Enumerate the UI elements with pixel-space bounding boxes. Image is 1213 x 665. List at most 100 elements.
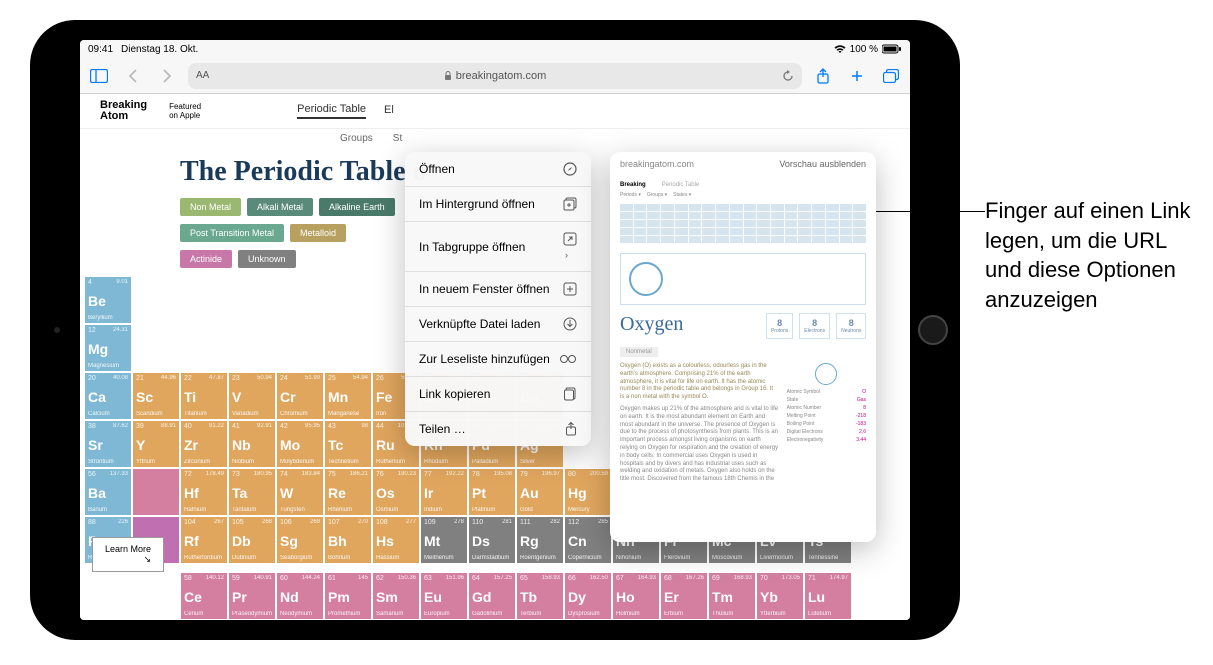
element-Au[interactable]: 79196.97AuGold <box>517 469 563 515</box>
element-Ca[interactable]: 2040.08CaCalcium <box>85 373 131 419</box>
element-Rg[interactable]: 111282RgRoentgenium <box>517 517 563 563</box>
element-Cn[interactable]: 112285CnCopernicium <box>565 517 611 563</box>
element-Zr[interactable]: 4091.22ZrZirconium <box>181 421 227 467</box>
element-Sc[interactable]: 2144.96ScScandium <box>133 373 179 419</box>
subnav-groups[interactable]: Groups <box>340 133 373 144</box>
element-Hf[interactable]: 72178.49HfHafnium <box>181 469 227 515</box>
preview-nav: Periodic Table <box>662 182 700 188</box>
element-Hg[interactable]: 80200.59HgMercury <box>565 469 611 515</box>
menu-open-tabgroup[interactable]: In Tabgruppe öffnen › <box>405 222 591 272</box>
element-Sr[interactable]: 3887.62SrStrontium <box>85 421 131 467</box>
element-Os[interactable]: 76190.23OsOsmium <box>373 469 419 515</box>
element-Ta[interactable]: 73180.95TaTantalum <box>229 469 275 515</box>
preview-properties: Atomic SymbolOStateGasAtomic Number8Melt… <box>787 363 866 488</box>
element-Er[interactable]: 68167.26ErErbium <box>661 573 707 619</box>
forward-button[interactable] <box>154 63 180 89</box>
learn-more-label: Learn More <box>105 544 151 554</box>
legend-actinide[interactable]: Actinide <box>180 250 232 268</box>
element-Dy[interactable]: 66162.50DyDysprosium <box>565 573 611 619</box>
element-Cr[interactable]: 2451.99CrChromium <box>277 373 323 419</box>
element-Mo[interactable]: 4295.95MoMolybdenum <box>277 421 323 467</box>
new-tab-button[interactable] <box>844 63 870 89</box>
safari-toolbar: AA breakingatom.com <box>80 58 910 94</box>
menu-open-background[interactable]: Im Hintergrund öffnen <box>405 187 591 222</box>
url-bar[interactable]: AA breakingatom.com <box>188 63 802 89</box>
legend-metalloid[interactable]: Metalloid <box>290 224 346 242</box>
element-Nb[interactable]: 4192.91NbNiobium <box>229 421 275 467</box>
learn-more-button[interactable]: Learn More ↘ <box>92 537 164 572</box>
element-Mg[interactable]: 1224.31MgMagnesium <box>85 325 131 371</box>
element-Lu[interactable]: 71174.97LuLutetium <box>805 573 851 619</box>
element-Hs[interactable]: 108277HsHassium <box>373 517 419 563</box>
element-Gd[interactable]: 64157.25GdGadolinium <box>469 573 515 619</box>
legend-alkali[interactable]: Alkali Metal <box>247 198 313 216</box>
element-W[interactable]: 74183.84WTungsten <box>277 469 323 515</box>
element-Pt[interactable]: 78195.08PtPlatinum <box>469 469 515 515</box>
back-button[interactable] <box>120 63 146 89</box>
info-box-electrons: 8Electrons <box>799 313 830 339</box>
site-logo[interactable]: Breaking Atom <box>100 100 147 122</box>
element-Ti[interactable]: 2247.87TiTitanium <box>181 373 227 419</box>
element-Ba[interactable]: 56137.33BaBarium <box>85 469 131 515</box>
hide-preview-button[interactable]: Vorschau ausblenden <box>779 159 866 169</box>
preview-element-card <box>620 253 866 305</box>
element-Db[interactable]: 105268DbDubnium <box>229 517 275 563</box>
legend-alkaline-earth[interactable]: Alkaline Earth <box>319 198 395 216</box>
element-V[interactable]: 2350.94VVanadium <box>229 373 275 419</box>
element-Ce[interactable]: 58140.12CeCerium <box>181 573 227 619</box>
legend-nonmetal[interactable]: Non Metal <box>180 198 241 216</box>
element-Yb[interactable]: 70173.05YbYtterbium <box>757 573 803 619</box>
preview-body: Breaking Periodic Table Periods ▾Groups … <box>610 176 876 494</box>
link-preview-panel[interactable]: breakingatom.com Vorschau ausblenden Bre… <box>610 152 876 542</box>
site-header: Breaking Atom Featured on Apple Periodic… <box>80 94 910 129</box>
share-button[interactable] <box>810 63 836 89</box>
element-Tb[interactable]: 65158.93TbTerbium <box>517 573 563 619</box>
menu-copy-link[interactable]: Link kopieren <box>405 377 591 412</box>
element-Pr[interactable]: 59140.91PrPraseodymium <box>229 573 275 619</box>
legend-post-transition[interactable]: Post Transition Metal <box>180 224 284 242</box>
menu-reading-list[interactable]: Zur Leseliste hinzufügen <box>405 342 591 377</box>
battery-percent: 100 % <box>850 44 878 55</box>
prop-row: Electronegativity3.44 <box>787 437 866 443</box>
subnav-states[interactable]: St <box>393 133 402 144</box>
element-gap[interactable] <box>133 469 179 515</box>
nav-periodic-table[interactable]: Periodic Table <box>297 103 366 119</box>
compass-icon <box>563 162 577 176</box>
menu-share[interactable]: Teilen … <box>405 412 591 446</box>
element-Pm[interactable]: 61145PmPromethium <box>325 573 371 619</box>
reload-button[interactable] <box>782 70 794 82</box>
element-Mn[interactable]: 2554.94MnManganese <box>325 373 371 419</box>
element-Re[interactable]: 75186.21ReRhenium <box>325 469 371 515</box>
menu-download-label: Verknüpfte Datei laden <box>419 317 540 331</box>
lock-icon <box>444 71 452 81</box>
nav-elements[interactable]: El <box>384 104 394 118</box>
badge-line1: Featured <box>169 102 201 111</box>
element-Tm[interactable]: 69168.93TmThulium <box>709 573 755 619</box>
tabs-button[interactable] <box>878 63 904 89</box>
prop-row: Digital Electrons2,6 <box>787 429 866 435</box>
element-Tc[interactable]: 4398TcTechnetium <box>325 421 371 467</box>
element-Nd[interactable]: 60144.24NdNeodymium <box>277 573 323 619</box>
element-Ho[interactable]: 67164.93HoHolmium <box>613 573 659 619</box>
menu-download[interactable]: Verknüpfte Datei laden <box>405 307 591 342</box>
menu-reading-list-label: Zur Leseliste hinzufügen <box>419 352 550 366</box>
menu-open[interactable]: Öffnen <box>405 152 591 187</box>
legend-unknown[interactable]: Unknown <box>238 250 296 268</box>
menu-share-label: Teilen … <box>419 422 466 436</box>
sidebar-button[interactable] <box>86 63 112 89</box>
menu-open-window[interactable]: In neuem Fenster öffnen <box>405 272 591 307</box>
element-Bh[interactable]: 107270BhBohrium <box>325 517 371 563</box>
element-Sm[interactable]: 62150.36SmSamarium <box>373 573 419 619</box>
element-Rf[interactable]: 104267RfRutherfordium <box>181 517 227 563</box>
home-button[interactable] <box>918 315 948 345</box>
element-Ds[interactable]: 110281DsDarmstadtium <box>469 517 515 563</box>
preview-element-title: Oxygen <box>620 313 683 336</box>
element-Ir[interactable]: 77192.22IrIridium <box>421 469 467 515</box>
element-Eu[interactable]: 63151.96EuEuropium <box>421 573 467 619</box>
element-Y[interactable]: 3988.91YYttrium <box>133 421 179 467</box>
element-Be[interactable]: 49.01BeBeryllium <box>85 277 131 323</box>
element-Mt[interactable]: 109278MtMeitnerium <box>421 517 467 563</box>
reader-aa-button[interactable]: AA <box>196 70 209 81</box>
front-camera <box>54 327 60 333</box>
element-Sg[interactable]: 106269SgSeaborgium <box>277 517 323 563</box>
